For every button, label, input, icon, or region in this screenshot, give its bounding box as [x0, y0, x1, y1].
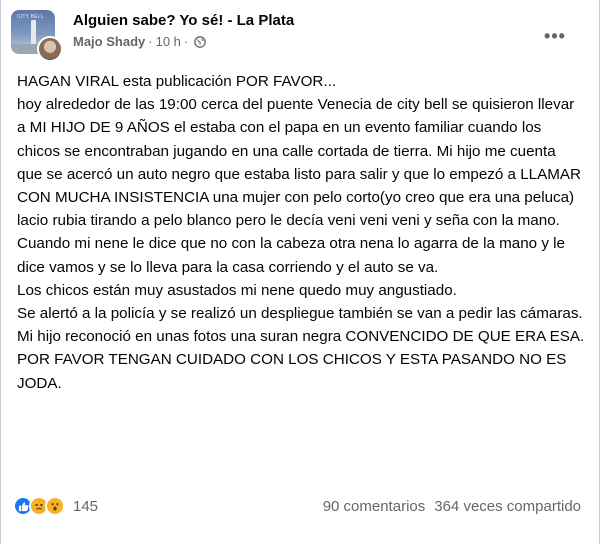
more-options-button[interactable]: ••• — [541, 26, 569, 46]
separator-dot: · — [148, 34, 153, 49]
comments-count-link[interactable]: 90 comentarios — [323, 498, 426, 515]
post-paragraph: Los chicos están muy asustados mi nene q… — [17, 281, 457, 299]
globe-icon[interactable] — [194, 36, 207, 48]
post-header: CITY BELL Alguien sabe? Yo sé! - La Plat… — [11, 10, 589, 62]
facebook-post: CITY BELL Alguien sabe? Yo sé! - La Plat… — [0, 0, 600, 544]
post-paragraph: Mi hijo reconoció en unas fotos una sura… — [17, 328, 585, 392]
author-avatar[interactable] — [37, 36, 63, 62]
post-stats: 90 comentarios 364 veces compartido — [323, 498, 581, 515]
post-subline: Majo Shady · 10 h · — [73, 33, 294, 51]
post-body: HAGAN VIRAL esta publicación POR FAVOR..… — [17, 70, 585, 395]
ellipsis-icon: ••• — [544, 26, 566, 46]
reactions-summary[interactable]: 145 — [13, 496, 98, 516]
wow-icon — [45, 496, 65, 516]
post-timestamp[interactable]: 10 h — [156, 33, 181, 51]
post-paragraph: Se alertó a la policía y se realizó un d… — [17, 305, 583, 323]
avatar-overlay-text: CITY BELL — [17, 14, 44, 20]
group-name-link[interactable]: Alguien sabe? Yo sé! - La Plata — [73, 11, 294, 31]
shares-count-link[interactable]: 364 veces compartido — [434, 498, 581, 515]
reaction-count[interactable]: 145 — [73, 498, 98, 515]
author-name-link[interactable]: Majo Shady — [73, 33, 145, 51]
post-meta: Alguien sabe? Yo sé! - La Plata Majo Sha… — [73, 10, 294, 51]
post-footer: 145 90 comentarios 364 veces compartido — [13, 492, 581, 520]
avatar-tower-shape — [31, 20, 36, 44]
post-paragraph: HAGAN VIRAL esta publicación POR FAVOR..… — [17, 73, 337, 90]
post-paragraph: hoy alrededor de las 19:00 cerca del pue… — [17, 96, 581, 276]
separator-dot-2: · — [183, 34, 189, 49]
